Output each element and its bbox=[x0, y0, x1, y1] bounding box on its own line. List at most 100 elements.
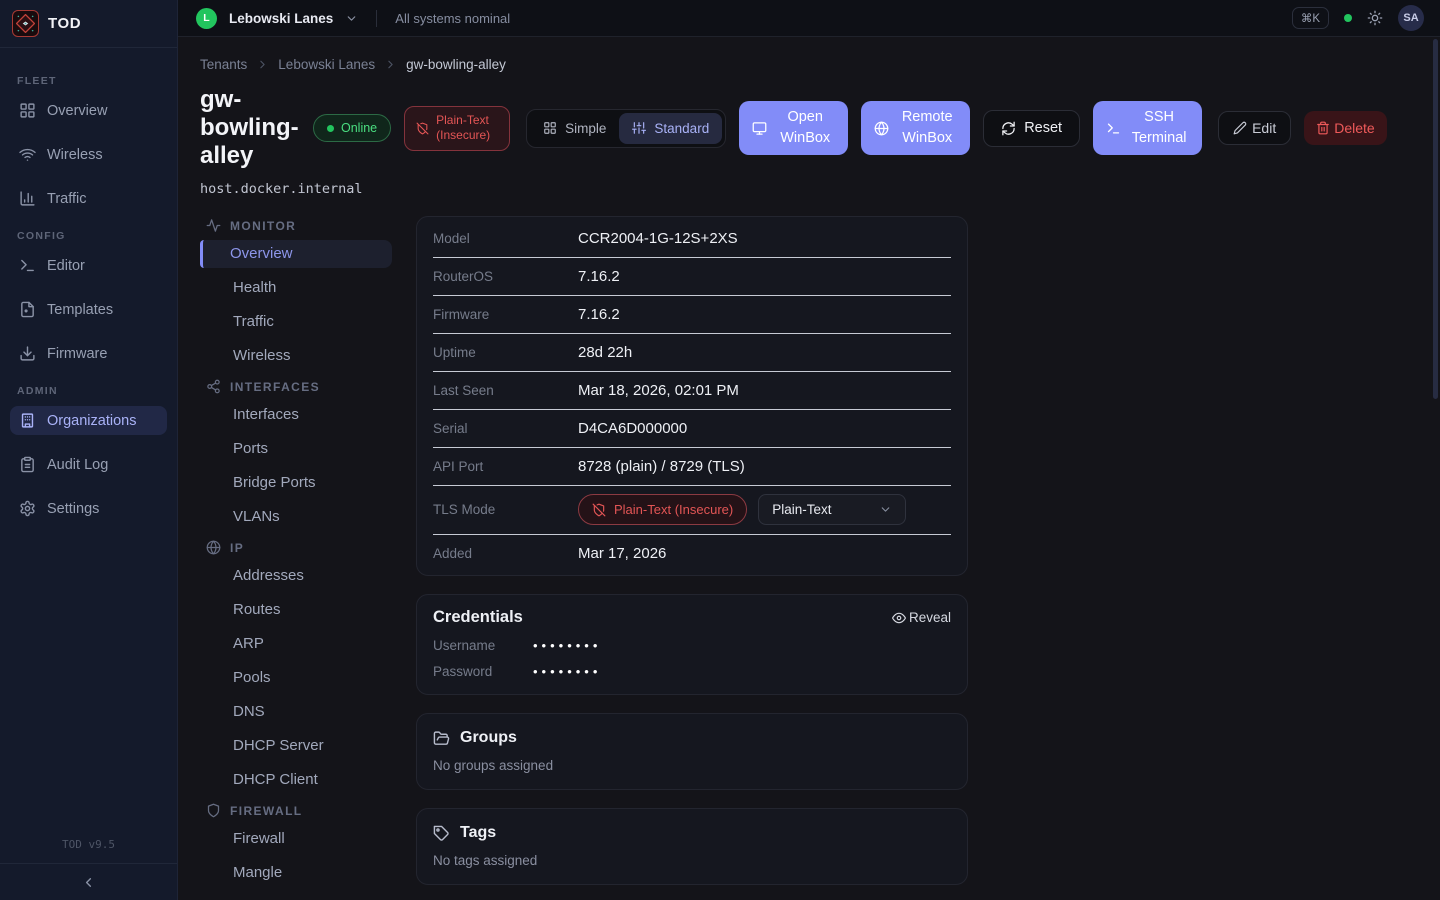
subnav-item-ports[interactable]: Ports bbox=[200, 435, 392, 463]
credentials-title: Credentials bbox=[433, 608, 523, 627]
view-mode-toggle: Simple Standard bbox=[526, 109, 726, 148]
subnav-item-vlans[interactable]: VLANs bbox=[200, 503, 392, 531]
reset-button[interactable]: Reset bbox=[983, 110, 1080, 147]
edit-button[interactable]: Edit bbox=[1218, 111, 1291, 145]
subnav-item-wireless[interactable]: Wireless bbox=[200, 342, 392, 370]
topbar: L Lebowski Lanes All systems nominal ⌘K … bbox=[178, 0, 1440, 37]
breadcrumb-device: gw-bowling-alley bbox=[406, 57, 506, 72]
subnav-section-label: INTERFACES bbox=[230, 380, 320, 394]
nav-section-config: CONFIG bbox=[17, 230, 160, 242]
sidebar-item-settings[interactable]: Settings bbox=[10, 494, 167, 523]
username-label: Username bbox=[433, 638, 533, 653]
sidebar-collapse-button[interactable] bbox=[0, 863, 177, 900]
view-mode-simple-label: Simple bbox=[565, 121, 606, 136]
subnav-item-dhcp-client[interactable]: DHCP Client bbox=[200, 766, 392, 794]
subnav-section-monitor: MONITOR bbox=[206, 218, 392, 233]
ssh-terminal-button[interactable]: SSH Terminal bbox=[1093, 101, 1202, 155]
detail-row-tls-mode: TLS Mode Plain-Text (Insecure) Plain-Tex… bbox=[433, 486, 951, 535]
detail-label: API Port bbox=[433, 459, 578, 474]
subnav-item-arp[interactable]: ARP bbox=[200, 630, 392, 658]
subnav-item-mangle[interactable]: Mangle bbox=[200, 859, 392, 887]
detail-label: Model bbox=[433, 231, 578, 246]
open-winbox-button[interactable]: Open WinBox bbox=[739, 101, 848, 155]
activity-icon bbox=[206, 218, 221, 233]
tls-mode-select[interactable]: Plain-Text bbox=[758, 494, 906, 525]
detail-value: D4CA6D000000 bbox=[578, 420, 687, 437]
user-avatar[interactable]: SA bbox=[1398, 5, 1424, 31]
sidebar-item-label: Wireless bbox=[47, 147, 103, 163]
subnav-item-interfaces[interactable]: Interfaces bbox=[200, 401, 392, 429]
reset-label: Reset bbox=[1024, 120, 1062, 136]
detail-row-routeros: RouterOS 7.16.2 bbox=[433, 258, 951, 296]
chevron-left-icon bbox=[81, 875, 96, 890]
sidebar-item-wireless[interactable]: Wireless bbox=[10, 140, 167, 169]
monitor-icon bbox=[752, 121, 767, 136]
remote-winbox-label: Remote WinBox bbox=[897, 107, 957, 149]
sidebar-item-label: Audit Log bbox=[47, 457, 108, 473]
subnav-item-health[interactable]: Health bbox=[200, 274, 392, 302]
tenant-avatar: L bbox=[196, 8, 217, 29]
sidebar: TOD FLEET Overview Wireless Traffic CONF… bbox=[0, 0, 178, 900]
online-dot-icon bbox=[327, 125, 334, 132]
sidebar-item-audit-log[interactable]: Audit Log bbox=[10, 450, 167, 479]
theme-toggle-sun-icon[interactable] bbox=[1367, 10, 1383, 26]
subnav-item-traffic[interactable]: Traffic bbox=[200, 308, 392, 336]
bar-chart-icon bbox=[19, 190, 36, 207]
remote-winbox-button[interactable]: Remote WinBox bbox=[861, 101, 970, 155]
subnav-item-overview[interactable]: Overview bbox=[200, 240, 392, 268]
ssh-terminal-label: SSH Terminal bbox=[1129, 107, 1189, 149]
page-title: gw-bowling-alley bbox=[200, 86, 300, 170]
detail-value: Mar 18, 2026, 02:01 PM bbox=[578, 382, 739, 399]
view-mode-simple[interactable]: Simple bbox=[530, 113, 619, 144]
folder-icon bbox=[433, 730, 450, 747]
download-icon bbox=[19, 345, 36, 362]
breadcrumb-tenant[interactable]: Lebowski Lanes bbox=[278, 57, 375, 72]
tags-header: Tags bbox=[433, 824, 951, 842]
tenant-switcher[interactable]: Lebowski Lanes bbox=[229, 11, 333, 26]
password-label: Password bbox=[433, 664, 533, 679]
view-mode-standard[interactable]: Standard bbox=[619, 113, 722, 144]
topbar-right: ⌘K SA bbox=[1292, 5, 1424, 31]
groups-title: Groups bbox=[460, 729, 517, 747]
detail-row-last-seen: Last Seen Mar 18, 2026, 02:01 PM bbox=[433, 372, 951, 410]
subnav-section-label: IP bbox=[230, 541, 244, 555]
subnav-item-pools[interactable]: Pools bbox=[200, 664, 392, 692]
edit-label: Edit bbox=[1252, 120, 1276, 136]
sidebar-item-organizations[interactable]: Organizations bbox=[10, 406, 167, 435]
subnav-item-bridge-ports[interactable]: Bridge Ports bbox=[200, 469, 392, 497]
sidebar-item-firmware[interactable]: Firmware bbox=[10, 339, 167, 368]
sidebar-item-label: Traffic bbox=[47, 191, 86, 207]
sidebar-item-label: Firmware bbox=[47, 346, 107, 362]
tls-insecure-badge: Plain-Text (Insecure) bbox=[578, 494, 747, 525]
subnav-section-ip: IP bbox=[206, 540, 392, 555]
chevron-down-icon[interactable] bbox=[345, 12, 358, 25]
groups-header: Groups bbox=[433, 729, 951, 747]
sidebar-item-overview[interactable]: Overview bbox=[10, 96, 167, 125]
refresh-icon bbox=[1001, 121, 1016, 136]
tod-logo-icon bbox=[12, 10, 39, 37]
globe-icon bbox=[206, 540, 221, 555]
detail-label: Firmware bbox=[433, 307, 578, 322]
sidebar-item-label: Templates bbox=[47, 302, 113, 318]
detail-row-serial: Serial D4CA6D000000 bbox=[433, 410, 951, 448]
shield-icon bbox=[206, 803, 221, 818]
scrollbar-thumb[interactable] bbox=[1433, 39, 1438, 399]
network-icon bbox=[206, 379, 221, 394]
credential-row-username: Username •••••••• bbox=[433, 638, 951, 653]
subnav-item-firewall[interactable]: Firewall bbox=[200, 825, 392, 853]
subnav-item-dns[interactable]: DNS bbox=[200, 698, 392, 726]
security-warning-badge: Plain-Text (Insecure) bbox=[404, 106, 510, 151]
sidebar-item-traffic[interactable]: Traffic bbox=[10, 184, 167, 213]
subnav-item-addresses[interactable]: Addresses bbox=[200, 562, 392, 590]
sliders-icon bbox=[632, 121, 646, 135]
command-palette-shortcut[interactable]: ⌘K bbox=[1292, 7, 1329, 29]
sidebar-item-templates[interactable]: Templates bbox=[10, 295, 167, 324]
delete-button[interactable]: Delete bbox=[1304, 111, 1386, 145]
breadcrumb-tenants[interactable]: Tenants bbox=[200, 57, 247, 72]
file-icon bbox=[19, 301, 36, 318]
reveal-button[interactable]: Reveal bbox=[892, 610, 951, 625]
detail-row-api-port: API Port 8728 (plain) / 8729 (TLS) bbox=[433, 448, 951, 486]
subnav-item-routes[interactable]: Routes bbox=[200, 596, 392, 624]
sidebar-item-editor[interactable]: Editor bbox=[10, 251, 167, 280]
subnav-item-dhcp-server[interactable]: DHCP Server bbox=[200, 732, 392, 760]
